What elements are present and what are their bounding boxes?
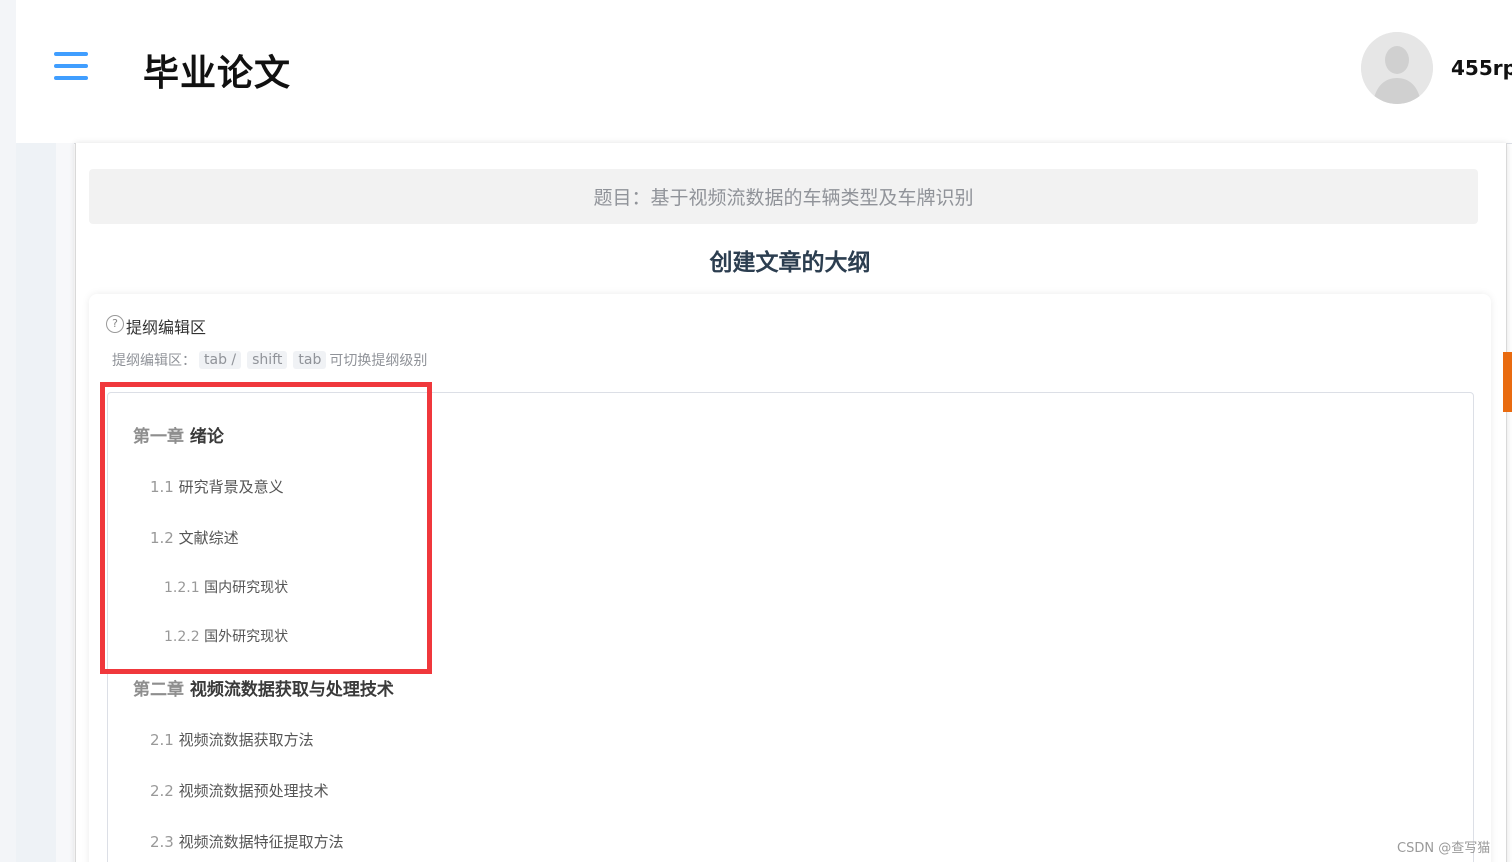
outline-number: 2.2 (150, 782, 174, 800)
question-circle-icon[interactable]: ? (106, 315, 124, 333)
app-header: 毕业论文 455rpJ (16, 0, 1512, 144)
page: 毕业论文 455rpJ 题目：基于视频流数据的车辆类型及车牌识别 创建文章的大纲… (0, 0, 1512, 862)
outline-number: 2.3 (150, 833, 174, 851)
outline-title: 视频流数据预处理技术 (178, 782, 329, 800)
outline-section[interactable]: 2.1 视频流数据获取方法 (150, 729, 314, 750)
left-strip (0, 0, 16, 862)
outline-chapter[interactable]: 第二章 视频流数据获取与处理技术 (133, 675, 394, 700)
keyboard-hint: 提纲编辑区： tab / shift tab 可切换提纲级别 (112, 350, 427, 370)
outline-section[interactable]: 2.2 视频流数据预处理技术 (150, 780, 329, 801)
outline-title: 视频流数据获取方法 (178, 731, 314, 749)
page-heading: 创建文章的大纲 (709, 250, 871, 276)
outline-number: 2.1 (150, 731, 174, 749)
watermark: CSDN @查写猫 (1397, 841, 1491, 856)
editor-section-label: 提纲编辑区 (126, 318, 207, 337)
hamburger-menu-icon[interactable] (54, 52, 88, 82)
key-tab-text: tab (204, 352, 227, 368)
key-separator: / (231, 352, 237, 368)
hint-prefix: 提纲编辑区： (112, 353, 196, 369)
outline-section[interactable]: 2.3 视频流数据特征提取方法 (150, 831, 344, 852)
key-tab: tab / (199, 351, 242, 369)
default-avatar-icon[interactable] (1361, 32, 1433, 104)
outline-number: 第二章 (133, 680, 184, 700)
key-tab-2: tab (293, 351, 327, 369)
hint-suffix: 可切换提纲级别 (329, 353, 428, 369)
app-title: 毕业论文 (143, 53, 292, 94)
side-float-tab[interactable] (1503, 352, 1512, 412)
outline-title: 视频流数据获取与处理技术 (189, 680, 394, 700)
username[interactable]: 455rpJ (1451, 56, 1512, 80)
topic-bar: 题目：基于视频流数据的车辆类型及车牌识别 (89, 169, 1478, 224)
key-shift: shift (247, 351, 288, 369)
highlight-annotation-box (100, 382, 432, 674)
outline-title: 视频流数据特征提取方法 (178, 833, 344, 851)
